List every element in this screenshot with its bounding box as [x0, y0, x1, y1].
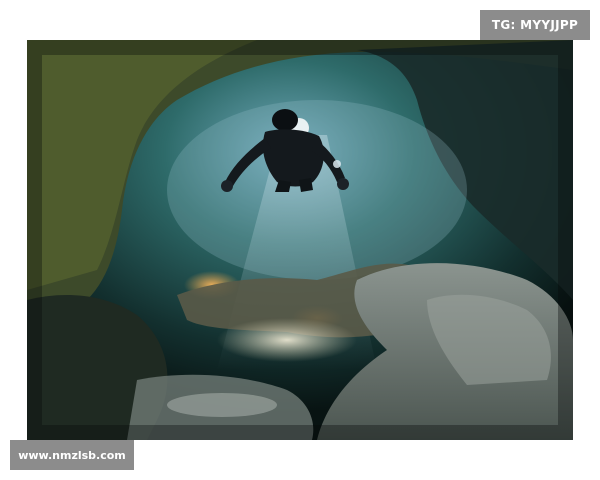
watermark-bottom-left: www.nmzlsb.com — [10, 440, 134, 470]
cave-scene — [27, 40, 573, 440]
diver-left-hand — [221, 180, 233, 192]
page: TG: MYYJJPP www.nmzlsb.com — [0, 0, 600, 480]
watermark-top-right: TG: MYYJJPP — [480, 10, 590, 40]
diver-right-hand — [337, 178, 349, 190]
water-haze — [167, 100, 467, 280]
floor-highlight — [167, 393, 277, 417]
wrist-light — [333, 160, 341, 168]
diver-head — [272, 109, 298, 131]
lit-cave-floor — [217, 318, 357, 362]
underwater-cave-photo — [27, 40, 573, 440]
diver-leg-right — [299, 178, 313, 192]
